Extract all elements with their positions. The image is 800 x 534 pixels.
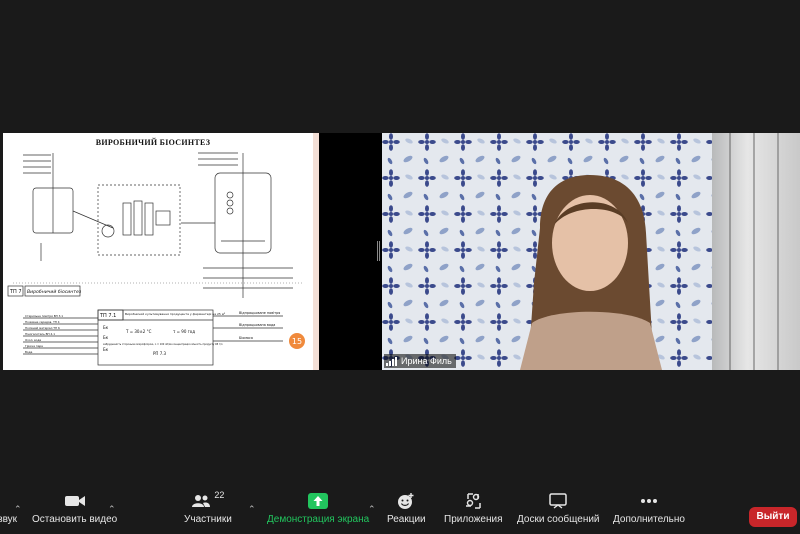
signal-strength-icon [386,356,397,366]
input-label: Вода [25,350,33,354]
screen-share-view[interactable]: ВИРОБНИЧИЙ БІОСИНТЕЗ ТП 7 Виробничий біо… [3,133,319,370]
audio-label: звук [0,514,18,525]
reactions-button[interactable]: Реакции [387,490,426,534]
video-background [382,133,800,370]
share-screen-button[interactable]: Демонстрация экрана [267,490,369,534]
meeting-toolbar: звук Остановить видео 22 Участники Демон… [0,490,800,534]
whiteboards-button[interactable]: Доски сообщений [517,490,600,534]
video-camera-icon [64,496,85,506]
input-label: Охол. вода [25,338,41,342]
output-label-3: Біомаса [239,336,253,340]
process-code: ТП 7.1 [99,313,116,319]
param-ref: РП 7.3 [153,351,167,356]
more-button[interactable]: Дополнительно [613,490,685,534]
share-options-chevron-icon[interactable]: ⌃ [368,504,376,515]
share-screen-label: Демонстрация экрана [267,514,370,525]
input-label: Стерильне повітря ВП 3.1 [25,314,63,318]
audio-options-chevron-icon[interactable]: ⌃ [14,504,22,515]
apps-label: Приложения [444,514,503,525]
more-dots-icon [640,499,657,503]
whiteboards-label: Доски сообщений [517,514,600,525]
output-label-2: Відпрацьована вода [239,323,275,327]
participant-name-tag: Ирина Филь [384,354,456,368]
participants-options-chevron-icon[interactable]: ⌃ [248,504,256,515]
slide-number: 15 [292,337,302,346]
participants-count: 22 [214,490,225,500]
section-code: ТП 7 [9,289,22,295]
participants-label: Участники [184,514,232,525]
reaction-emoji-icon [398,493,414,509]
stop-video-button[interactable]: Остановить видео [32,490,117,534]
side-marker: Бк [103,335,109,340]
apps-button[interactable]: Приложения [444,490,503,534]
apps-icon [466,493,481,509]
view-gap [319,133,382,370]
input-label: Піногаситель ВП 4.1 [25,332,55,336]
stop-video-label: Остановить видео [32,514,118,525]
input-label: Поживне середов. ТП 4 [25,320,60,324]
participants-icon [192,495,211,507]
more-label: Дополнительно [613,514,685,525]
input-label: Гріюча пара [25,344,43,348]
side-marker: Бк [103,325,109,330]
whiteboard-icon [549,493,568,509]
filter-block [97,184,181,256]
video-options-chevron-icon[interactable]: ⌃ [108,504,116,515]
participant-video[interactable]: Ирина Филь [382,133,800,370]
side-marker: Бк [103,347,109,352]
param-temperature: T = 30±2 °С [125,329,152,334]
process-title: Виробничий культивування продуцента у фе… [125,312,226,316]
section-label: Виробничий біосинтез [27,289,82,295]
participant-name: Ирина Филь [401,356,452,366]
process-diagram: ТП 7 Виробничий біосинтез ТП 7.1 Виробни… [7,152,305,366]
participants-button[interactable]: 22 Участники [184,490,232,534]
reactions-label: Реакции [387,514,426,525]
view-splitter-handle[interactable] [377,241,380,261]
param-extra: забрудненість стороньою мікрофлорою, n =… [103,343,223,346]
param-duration: τ = 90 год [173,329,195,334]
participant-shoulders [520,311,662,370]
output-label-1: Відпрацьоване повітря [239,311,280,315]
input-label: Посівний матеріал ТП 6 [25,326,60,330]
share-screen-icon [308,493,329,509]
leave-meeting-button[interactable]: Выйти [749,507,797,527]
